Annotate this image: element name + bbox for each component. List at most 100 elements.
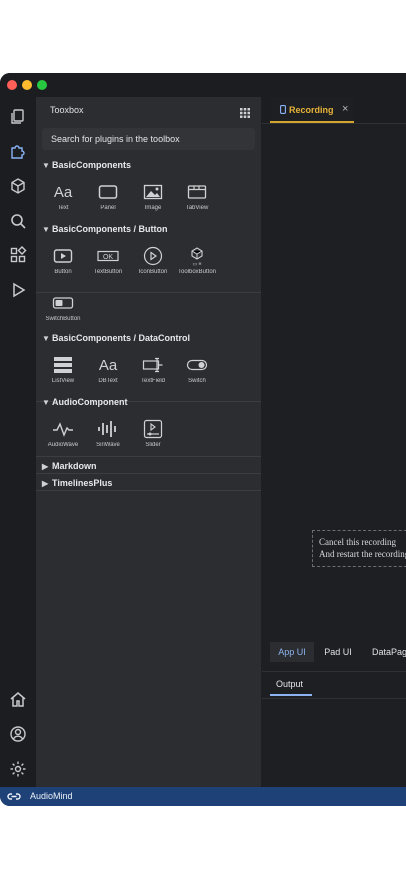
item-label: TextField bbox=[140, 378, 165, 384]
toolbox-item-textfield[interactable]: TextField bbox=[132, 354, 174, 392]
image-icon bbox=[141, 181, 165, 203]
item-label: TabView bbox=[185, 205, 209, 211]
close-tab-icon[interactable]: × bbox=[342, 103, 348, 115]
toolbox-item-image[interactable]: Image bbox=[132, 181, 174, 219]
cancel-recording-dialog: Cancel this recording And restart the re… bbox=[312, 530, 406, 567]
toolbox-item-text[interactable]: Aa Text bbox=[42, 181, 84, 219]
divider bbox=[36, 456, 261, 457]
tab-datapage[interactable]: DataPage bbox=[364, 642, 406, 662]
section-audio-component[interactable]: ▼ AudioComponent bbox=[42, 395, 128, 409]
button-play-icon bbox=[51, 245, 75, 267]
active-tab-underline bbox=[270, 694, 312, 696]
components-cube-icon[interactable] bbox=[7, 175, 29, 197]
icon-button-icon bbox=[141, 245, 165, 267]
chevron-right-icon: ▶ bbox=[42, 478, 49, 488]
item-label: AudioWave bbox=[47, 442, 79, 448]
close-window-button[interactable] bbox=[7, 80, 17, 90]
tab-recording[interactable]: Recording × bbox=[270, 97, 354, 123]
textfield-icon bbox=[141, 354, 165, 376]
dbtext-icon: Aa bbox=[98, 356, 118, 374]
dialog-line-1: Cancel this recording bbox=[319, 537, 396, 547]
toolbox-item-toolboxbutton[interactable]: ▭ ≡ ToolboxButton bbox=[176, 245, 218, 283]
toolbox-search-input[interactable]: Search for plugins in the toolbox bbox=[42, 128, 255, 150]
section-timelinesplus[interactable]: ▶ TimelinesPlus bbox=[42, 476, 112, 490]
link-icon[interactable] bbox=[7, 791, 21, 802]
siriwave-icon bbox=[96, 418, 120, 440]
toolbox-item-dbtext[interactable]: Aa DBText bbox=[87, 354, 129, 392]
item-label: SiriWave bbox=[96, 442, 120, 448]
grid-view-icon[interactable] bbox=[240, 105, 250, 118]
item-label: TextButton bbox=[93, 269, 123, 275]
minimize-window-button[interactable] bbox=[22, 80, 32, 90]
toolbox-item-iconbutton[interactable]: IconButton bbox=[132, 245, 174, 283]
item-label: ToolboxButton bbox=[177, 269, 217, 275]
item-label: ListView bbox=[51, 378, 75, 384]
section-markdown[interactable]: ▶ Markdown bbox=[42, 459, 97, 473]
activity-bar bbox=[0, 97, 36, 787]
plugins-puzzle-icon[interactable] bbox=[7, 140, 29, 162]
widgets-grid-icon[interactable] bbox=[7, 244, 29, 266]
tab-label: DataPage bbox=[372, 647, 406, 657]
toolbox-title: Tooxbox bbox=[50, 105, 84, 115]
explorer-files-icon[interactable] bbox=[7, 106, 29, 128]
section-basic-components[interactable]: ▼ BasicComponents bbox=[42, 158, 131, 172]
text-aa-icon: Aa bbox=[53, 183, 73, 201]
ok-button-icon: OK bbox=[96, 245, 120, 267]
chevron-down-icon: ▼ bbox=[42, 397, 50, 407]
tab-label: Pad UI bbox=[324, 647, 352, 657]
tab-app-ui[interactable]: App UI bbox=[270, 642, 314, 662]
divider bbox=[36, 473, 261, 474]
divider bbox=[36, 490, 261, 491]
toolbox-button-icon: ▭ ≡ bbox=[185, 245, 209, 267]
toolbox-item-button[interactable]: Button bbox=[42, 245, 84, 283]
toolbox-item-tabview[interactable]: TabView bbox=[176, 181, 218, 219]
tab-pad-ui[interactable]: Pad UI bbox=[318, 642, 358, 662]
section-title: BasicComponents / DataControl bbox=[52, 333, 191, 343]
tab-output[interactable]: Output bbox=[276, 679, 303, 689]
tabview-icon bbox=[185, 181, 209, 203]
slider-icon bbox=[141, 418, 165, 440]
search-icon[interactable] bbox=[7, 210, 29, 232]
item-label: Image bbox=[144, 205, 162, 211]
item-label: IconButton bbox=[138, 269, 168, 275]
section-title: Markdown bbox=[52, 461, 97, 471]
section-basic-components-button[interactable]: ▼ BasicComponents / Button bbox=[42, 222, 168, 236]
tab-label: App UI bbox=[278, 647, 306, 657]
run-play-icon[interactable] bbox=[7, 279, 29, 301]
toolbox-item-audiowave[interactable]: AudioWave bbox=[42, 418, 84, 456]
section-title: BasicComponents / Button bbox=[52, 224, 168, 234]
toolbox-item-siriwave[interactable]: SiriWave bbox=[87, 418, 129, 456]
phone-file-icon bbox=[280, 105, 286, 114]
item-label: Text bbox=[57, 205, 69, 211]
dialog-line-2: And restart the recording bbox=[319, 549, 406, 559]
toolbox-item-listview[interactable]: ListView bbox=[42, 354, 84, 392]
item-label: SwitchButton bbox=[45, 316, 81, 322]
section-basic-components-datacontrol[interactable]: ▼ BasicComponents / DataControl bbox=[42, 331, 190, 345]
chevron-right-icon: ▶ bbox=[42, 461, 49, 471]
settings-gear-icon[interactable] bbox=[7, 758, 29, 780]
account-icon[interactable] bbox=[7, 723, 29, 745]
ide-window: Tooxbox Search for plugins in the toolbo… bbox=[0, 73, 406, 806]
zoom-window-button[interactable] bbox=[37, 80, 47, 90]
switch-icon bbox=[185, 354, 209, 376]
toolbox-item-panel[interactable]: Panel bbox=[87, 181, 129, 219]
svg-text:▭ ≡: ▭ ≡ bbox=[192, 262, 201, 267]
chevron-down-icon: ▼ bbox=[42, 224, 50, 234]
output-panel-header: Output bbox=[262, 671, 406, 699]
toolbox-item-textbutton[interactable]: OK TextButton bbox=[87, 245, 129, 283]
listview-icon bbox=[51, 354, 75, 376]
item-label: Panel bbox=[100, 205, 116, 211]
home-icon[interactable] bbox=[7, 688, 29, 710]
toolbox-item-slider[interactable]: Slider bbox=[132, 418, 174, 456]
editor-tab-bar: Recording × bbox=[262, 97, 406, 124]
status-bar: AudioMind bbox=[0, 787, 406, 806]
svg-text:OK: OK bbox=[103, 254, 113, 261]
toolbox-item-switch[interactable]: Switch bbox=[176, 354, 218, 392]
switch-button-icon bbox=[51, 292, 75, 314]
item-label: DBText bbox=[98, 378, 118, 384]
status-app-name: AudioMind bbox=[30, 791, 73, 801]
section-title: AudioComponent bbox=[52, 397, 128, 407]
item-label: Switch bbox=[188, 378, 206, 384]
item-label: Button bbox=[54, 269, 72, 275]
toolbox-item-switchbutton[interactable]: SwitchButton bbox=[42, 292, 84, 330]
